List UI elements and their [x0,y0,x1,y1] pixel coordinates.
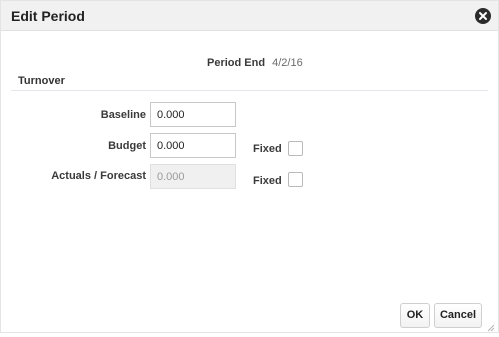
period-end-label: Period End [207,57,266,69]
period-end-value: 4/2/16 [272,57,303,69]
budget-fixed-checkbox[interactable] [288,141,303,156]
budget-label: Budget [108,140,146,152]
resize-grip-icon[interactable] [485,319,495,332]
actuals-forecast-input [150,164,236,189]
dialog-titlebar: Edit Period [1,1,498,31]
actuals-forecast-label: Actuals / Forecast [51,170,146,182]
ok-button[interactable]: OK [400,303,430,328]
dialog-title: Edit Period [11,8,85,24]
actuals-fixed-label: Fixed [253,175,282,187]
budget-input[interactable] [150,133,236,158]
budget-fixed-label: Fixed [253,143,282,155]
edit-period-dialog: Edit Period Period End 4/2/16 Turnover B… [0,0,499,333]
baseline-label: Baseline [100,109,146,121]
baseline-input[interactable] [150,102,236,127]
section-divider [11,90,488,91]
section-title-turnover: Turnover [18,75,65,87]
cancel-button[interactable]: Cancel [434,303,482,328]
period-end: Period End 4/2/16 [207,57,303,69]
close-icon[interactable] [475,8,491,24]
actuals-fixed-checkbox[interactable] [288,172,303,187]
